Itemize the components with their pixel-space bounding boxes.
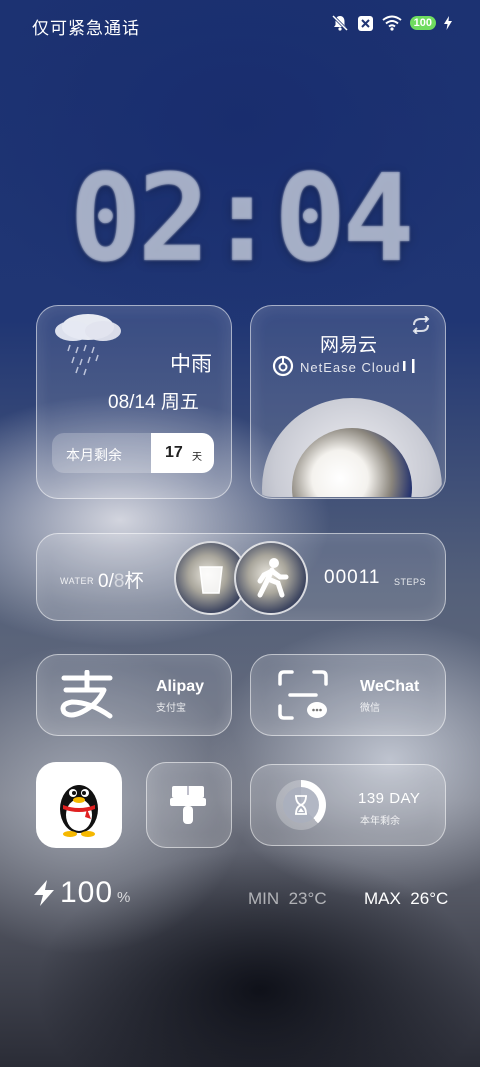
steps-value: 00011 (324, 567, 381, 588)
water-label: WATER (60, 576, 94, 586)
month-remaining-label: 本月剩余 (66, 447, 122, 463)
month-remaining-unit: 天 (192, 452, 202, 463)
min-temperature: MIN 23°C (248, 889, 327, 908)
charging-bolt-icon (444, 16, 452, 30)
wifi-icon (382, 15, 402, 31)
hourglass-icon (295, 795, 307, 815)
alipay-sub: 支付宝 (156, 703, 186, 714)
rain-cloud-icon (55, 314, 121, 376)
year-remaining-value: 139 DAY (358, 790, 421, 807)
lock-clock: 02:04 (69, 150, 414, 289)
steps-bubble[interactable] (234, 541, 308, 615)
alipay-name: Alipay (156, 678, 205, 695)
weather-condition: 中雨 (170, 353, 212, 376)
water-target: 8 (113, 571, 125, 592)
qq-penguin-icon (60, 785, 98, 837)
silent-bell-icon (331, 14, 348, 32)
battery-badge: 100 (409, 16, 436, 30)
water-current: 0 (98, 571, 109, 592)
water-unit: 杯 (124, 571, 144, 592)
max-temperature: MAX 26°C (364, 889, 449, 908)
paint-brush-icon (170, 786, 206, 824)
status-carrier-text: 仅可紧急通话 (32, 19, 140, 38)
battery-percent-value: 100 (60, 876, 114, 909)
status-icons: 100 (331, 14, 452, 32)
water-value: 0/8杯 (98, 571, 144, 592)
weather-date: 08/14 周五 (108, 392, 199, 413)
year-remaining-label: 本年剩余 (360, 816, 400, 827)
steps-label: STEPS (394, 577, 427, 587)
music-disc-clip (250, 305, 444, 497)
no-sim-icon (357, 15, 373, 31)
wechat-name: WeChat (360, 678, 420, 695)
qq-app-tile[interactable] (36, 762, 122, 848)
alipay-icon (60, 670, 113, 719)
walking-person-icon (257, 558, 289, 598)
charging-bolt-large-icon (34, 880, 54, 906)
month-remaining-value: 17 (165, 444, 183, 461)
wechat-sub: 微信 (360, 703, 380, 714)
battery-percent-unit: % (117, 889, 131, 906)
wechat-scan-icon (278, 670, 328, 720)
